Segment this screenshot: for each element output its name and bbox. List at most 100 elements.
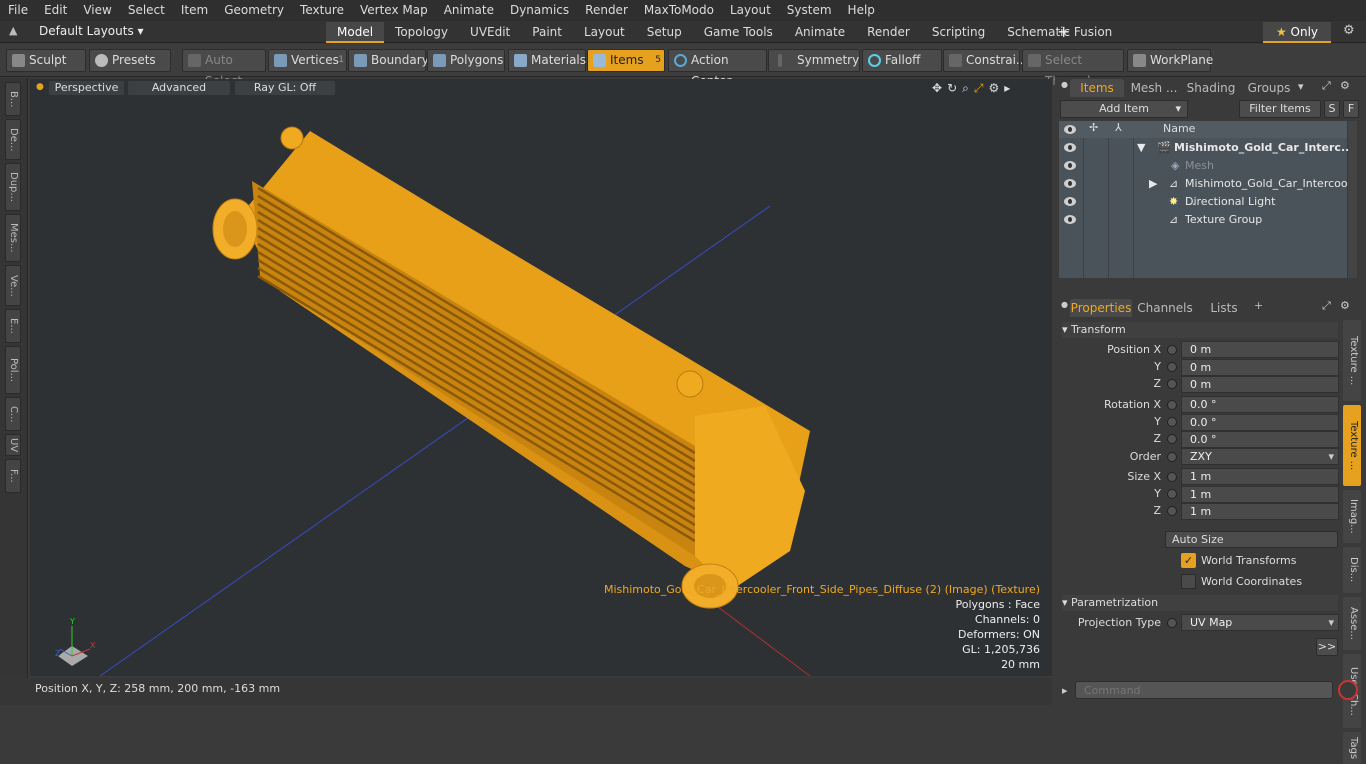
presets-button[interactable]: Presets [89,49,171,72]
size-x-dot[interactable] [1167,472,1177,482]
left-tab[interactable]: Mes... [5,214,21,262]
left-tab[interactable]: F... [5,459,21,493]
rotation-y-field[interactable]: 0.0 ° [1181,414,1339,431]
auto-size-button[interactable]: Auto Size [1165,531,1338,548]
menu-item[interactable]: Animate [436,0,502,21]
position-x-field[interactable]: 0 m [1181,341,1339,358]
left-tab[interactable]: Ve... [5,265,21,306]
left-tab[interactable]: UV [5,434,21,456]
settings-gear-icon[interactable]: ⚙ [1343,23,1355,38]
constraints-button[interactable]: Constrai... [943,49,1027,72]
add-tab-icon[interactable]: + [1057,22,1070,41]
menu-item[interactable]: Select [120,0,173,21]
tabs-dropdown-icon[interactable]: ▾ [1298,80,1304,93]
props-expand-icon[interactable]: ⤢ [1322,299,1331,313]
right-vertical-tab[interactable]: Asse... [1343,597,1361,650]
viewport-menu-dot[interactable]: ● [36,82,44,92]
outliner-row-texture-group[interactable]: ⊿ Texture Group [1059,211,1347,229]
tab-mode[interactable]: Setup [636,22,693,43]
projection-type-dropdown[interactable]: UV Map [1181,614,1339,631]
position-y-field[interactable]: 0 m [1181,359,1339,376]
rotation-y-dot[interactable] [1167,417,1177,427]
position-z-dot[interactable] [1167,379,1177,389]
outliner-row-light[interactable]: ✸ Directional Light [1059,193,1347,211]
symmetry-button[interactable]: Symmetry [768,49,860,72]
left-tab[interactable]: De... [5,119,21,160]
tab-items[interactable]: Items [1070,79,1124,97]
right-vertical-tab[interactable]: Tags [1343,732,1361,764]
size-y-dot[interactable] [1167,489,1177,499]
outliner-scrollbar[interactable] [1348,121,1357,278]
outliner-row-group[interactable]: ▶ ⊿ Mishimoto_Gold_Car_Intercool ... [1059,175,1351,208]
left-tab[interactable]: Pol... [5,346,21,394]
tab-mode[interactable]: Game Tools [693,22,784,43]
left-tab[interactable]: E... [5,309,21,343]
menu-item[interactable]: Layout [722,0,779,21]
eye-icon[interactable] [1064,215,1076,224]
right-vertical-tab[interactable]: Texture ... [1343,405,1361,486]
tab-mode[interactable]: Model [326,22,385,43]
left-tab[interactable]: Dup... [5,163,21,211]
sculpt-button[interactable]: Sculpt [6,49,86,72]
collapse-icon[interactable]: ▲ [9,24,17,37]
f-button[interactable]: F [1343,100,1359,118]
workplane-button[interactable]: WorkPlane [1127,49,1213,72]
items-button[interactable]: Items 5 [587,49,665,72]
tab-channels[interactable]: Channels [1137,299,1193,317]
record-macro-icon[interactable] [1338,680,1358,700]
eye-icon[interactable] [1064,197,1076,206]
boundary-button[interactable]: Boundary [348,49,429,72]
tab-groups[interactable]: Groups [1243,79,1295,97]
size-z-field[interactable]: 1 m [1181,503,1339,520]
eye-icon[interactable] [1064,161,1076,170]
order-dot[interactable] [1167,452,1177,462]
menu-item[interactable]: File [0,0,36,21]
more-button[interactable]: >> [1316,638,1338,656]
tab-mode[interactable]: Topology [384,22,459,43]
position-x-dot[interactable] [1167,345,1177,355]
size-y-field[interactable]: 1 m [1181,486,1339,503]
rotation-z-field[interactable]: 0.0 ° [1181,431,1339,448]
layouts-dropdown[interactable]: Default Layouts ▾ [39,24,144,38]
size-z-dot[interactable] [1167,506,1177,516]
only-toggle[interactable]: ★ Only [1263,22,1331,43]
tab-mesh[interactable]: Mesh ... [1128,79,1180,97]
expand-arrow-icon[interactable]: ▶ [1149,175,1157,193]
advanced-button[interactable]: Advanced [128,81,230,95]
eye-icon[interactable] [1064,143,1076,152]
projection-dot[interactable] [1167,618,1177,628]
tab-mode[interactable]: Animate [784,22,856,43]
panel-settings-icon[interactable]: ⚙ [1340,79,1350,92]
move-view-icon[interactable]: ✥ [932,81,947,95]
outliner-row-mesh[interactable]: ◈ Mesh [1059,157,1347,175]
viewport-settings-icon[interactable]: ⚙ [988,81,1004,95]
order-dropdown[interactable]: ZXY [1181,448,1339,465]
add-item-button[interactable]: Add Item ▾ [1060,100,1188,118]
props-settings-icon[interactable]: ⚙ [1340,299,1350,312]
expand-arrow-icon[interactable]: ▼ [1137,139,1145,157]
transform-section[interactable]: ▾ Transform [1062,322,1338,338]
menu-item[interactable]: View [75,0,119,21]
tab-lists[interactable]: Lists [1200,299,1248,317]
maximize-icon[interactable]: ⤢ [974,81,989,95]
menu-item[interactable]: MaxToModo [636,0,722,21]
tab-shading[interactable]: Shading [1185,79,1237,97]
world-coordinates-checkbox[interactable] [1181,574,1196,589]
materials-button[interactable]: Materials [508,49,586,72]
tab-mode[interactable]: UVEdit [459,22,521,43]
zoom-view-icon[interactable]: ⌕ [962,81,974,95]
tab-mode[interactable]: Scripting [921,22,996,43]
select-through-button[interactable]: Select Through [1022,49,1124,88]
raygl-button[interactable]: Ray GL: Off [235,81,335,95]
menu-item[interactable]: Texture [292,0,352,21]
filter-items-button[interactable]: Filter Items [1239,100,1321,118]
rotation-x-field[interactable]: 0.0 ° [1181,396,1339,413]
left-tab[interactable]: C... [5,397,21,431]
panel-expand-icon[interactable]: ⤢ [1322,79,1331,93]
position-z-field[interactable]: 0 m [1181,376,1339,393]
s-button[interactable]: S [1324,100,1340,118]
menu-item[interactable]: Render [577,0,636,21]
eye-icon[interactable] [1064,179,1076,188]
menu-item[interactable]: Dynamics [502,0,577,21]
perspective-button[interactable]: Perspective [49,81,124,95]
